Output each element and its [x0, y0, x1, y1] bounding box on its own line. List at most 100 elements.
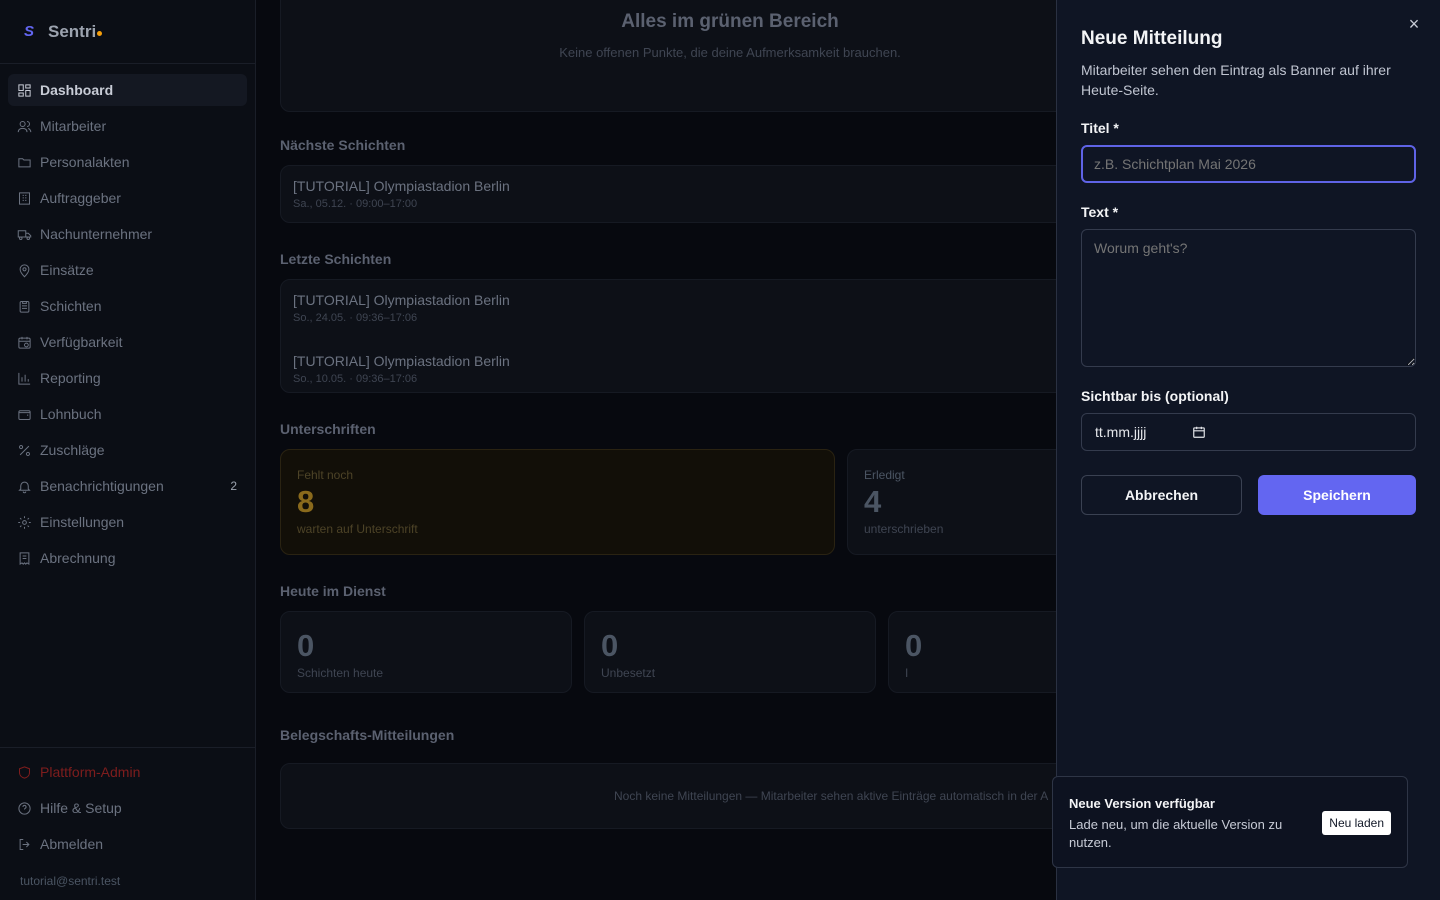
- logo-icon: S: [23, 23, 34, 40]
- bell-icon: [16, 478, 32, 494]
- missing-signatures-card[interactable]: Fehlt noch 8 warten auf Unterschrift: [280, 449, 835, 555]
- announcements-title: Belegschafts-Mitteilungen: [280, 727, 455, 743]
- all-good-title: Alles im grünen Bereich: [621, 11, 839, 32]
- stat-value: 0: [905, 628, 923, 663]
- drawer-title: Neue Mitteilung: [1081, 28, 1223, 49]
- stat-sub: unterschrieben: [864, 522, 944, 536]
- logout-icon: [16, 836, 32, 852]
- stat-label: Erledigt: [864, 468, 905, 482]
- sidebar-item-nachunternehmer[interactable]: Nachunternehmer: [8, 218, 247, 250]
- sidebar-item-benachrichtigungen[interactable]: Benachrichtigungen 2: [8, 470, 247, 502]
- list-item[interactable]: [TUTORIAL] Olympiastadion Berlin So., 24…: [293, 286, 1056, 330]
- all-good-card: Alles im grünen Bereich Keine offenen Pu…: [280, 0, 1056, 112]
- calendar-icon[interactable]: [1192, 425, 1206, 439]
- last-shifts-list: [TUTORIAL] Olympiastadion Berlin So., 24…: [280, 279, 1056, 393]
- map-pin-icon: [16, 262, 32, 278]
- sidebar-item-mitarbeiter[interactable]: Mitarbeiter: [8, 110, 247, 142]
- cancel-button[interactable]: Abbrechen: [1081, 475, 1242, 515]
- stat-card: 0 Schichten heute: [280, 611, 572, 693]
- sidebar-item-label: Personalakten: [40, 154, 130, 170]
- sidebar-item-personalakten[interactable]: Personalakten: [8, 146, 247, 178]
- sidebar-item-zuschlaege[interactable]: Zuschläge: [8, 434, 247, 466]
- shield-icon: [16, 764, 32, 780]
- sidebar-item-reporting[interactable]: Reporting: [8, 362, 247, 394]
- sidebar-item-label: Schichten: [40, 298, 102, 314]
- drawer-description: Mitarbeiter sehen den Eintrag als Banner…: [1081, 62, 1391, 98]
- stat-card: 0 I: [888, 611, 1056, 693]
- sidebar-item-label: Abrechnung: [40, 550, 116, 566]
- reload-button[interactable]: Neu laden: [1322, 811, 1391, 835]
- save-button[interactable]: Speichern: [1258, 475, 1416, 515]
- signature-stats: Fehlt noch 8 warten auf Unterschrift Erl…: [280, 449, 1056, 555]
- sidebar-footer: Plattform-Admin Hilfe & Setup Abmelden t…: [0, 747, 255, 900]
- sidebar-item-plattform-admin[interactable]: Plattform-Admin: [8, 756, 247, 788]
- sidebar-item-einsaetze[interactable]: Einsätze: [8, 254, 247, 286]
- date-placeholder: tt.mm.jjjj: [1095, 424, 1147, 440]
- sidebar-item-schichten[interactable]: Schichten: [8, 290, 247, 322]
- text-label: Text *: [1081, 204, 1119, 220]
- dashboard: Alles im grünen Bereich Keine offenen Pu…: [280, 0, 1056, 829]
- sidebar-item-einstellungen[interactable]: Einstellungen: [8, 506, 247, 538]
- sidebar-item-hilfe[interactable]: Hilfe & Setup: [8, 792, 247, 824]
- sidebar-item-label: Plattform-Admin: [40, 764, 141, 780]
- stat-sub: warten auf Unterschrift: [297, 522, 418, 536]
- visible-until-label: Sichtbar bis (optional): [1081, 388, 1229, 404]
- today-stats: 0 Schichten heute 0 Unbesetzt 0 I: [280, 611, 1056, 693]
- title-label: Titel *: [1081, 120, 1119, 136]
- sidebar-item-label: Nachunternehmer: [40, 226, 153, 242]
- shift-name: [TUTORIAL] Olympiastadion Berlin: [293, 292, 510, 308]
- gear-icon: [16, 514, 32, 530]
- sidebar-item-verfuegbarkeit[interactable]: Verfügbarkeit: [8, 326, 247, 358]
- brand[interactable]: S Sentri: [0, 0, 255, 64]
- sidebar-item-label: Einstellungen: [40, 514, 125, 530]
- sidebar-item-label: Abmelden: [40, 836, 104, 852]
- list-item[interactable]: [TUTORIAL] Olympiastadion Berlin So., 10…: [293, 347, 1056, 391]
- done-signatures-card[interactable]: Erledigt 4 unterschrieben: [847, 449, 1056, 555]
- announcements-empty: Noch keine Mitteilungen — Mitarbeiter se…: [280, 763, 1056, 829]
- list-item[interactable]: [TUTORIAL] Olympiastadion Berlin Sa., 05…: [293, 172, 1056, 216]
- close-icon[interactable]: ×: [1404, 14, 1424, 34]
- sidebar: S Sentri Dashboard Mitarbeiter Personala…: [0, 0, 256, 900]
- bar-chart-icon: [16, 370, 32, 386]
- sidebar-item-label: Lohnbuch: [40, 406, 102, 422]
- stat-value: 8: [297, 484, 315, 519]
- next-shifts-title: Nächste Schichten: [280, 137, 406, 153]
- sidebar-item-abrechnung[interactable]: Abrechnung: [8, 542, 247, 574]
- user-email: tutorial@sentri.test: [20, 874, 121, 888]
- sidebar-item-label: Benachrichtigungen: [40, 478, 164, 494]
- sidebar-item-label: Hilfe & Setup: [40, 800, 122, 816]
- users-icon: [16, 118, 32, 134]
- drawer-actions: Abbrechen Speichern: [1081, 475, 1416, 515]
- stat-value: 0: [601, 628, 619, 663]
- visible-until-date-input[interactable]: tt.mm.jjjj: [1081, 413, 1416, 451]
- main-nav: Dashboard Mitarbeiter Personalakten Auft…: [0, 64, 255, 574]
- app-name: Sentri: [48, 21, 97, 41]
- sidebar-item-abmelden[interactable]: Abmelden: [8, 828, 247, 860]
- percent-icon: [16, 442, 32, 458]
- title-input[interactable]: [1081, 145, 1416, 183]
- stat-sub: I: [905, 666, 909, 680]
- sidebar-item-label: Reporting: [40, 370, 101, 386]
- stat-sub: Unbesetzt: [601, 666, 656, 680]
- sidebar-item-label: Verfügbarkeit: [40, 334, 123, 350]
- sidebar-item-auftraggeber[interactable]: Auftraggeber: [8, 182, 247, 214]
- update-toast: Neue Version verfügbar Lade neu, um die …: [1052, 776, 1408, 868]
- building-icon: [16, 190, 32, 206]
- text-textarea[interactable]: [1081, 229, 1416, 367]
- sidebar-item-label: Einsätze: [40, 262, 94, 278]
- sidebar-item-label: Mitarbeiter: [40, 118, 107, 134]
- new-announcement-drawer: × Neue Mitteilung Mitarbeiter sehen den …: [1056, 0, 1440, 900]
- toast-description: Lade neu, um die aktuelle Version zu nut…: [1069, 817, 1283, 850]
- stat-value: 4: [864, 484, 882, 519]
- sidebar-item-lohnbuch[interactable]: Lohnbuch: [8, 398, 247, 430]
- wallet-icon: [16, 406, 32, 422]
- sidebar-item-dashboard[interactable]: Dashboard: [8, 74, 247, 106]
- clipboard-icon: [16, 298, 32, 314]
- stat-sub: Schichten heute: [297, 666, 384, 680]
- signatures-title: Unterschriften: [280, 421, 376, 437]
- all-good-subtitle: Keine offenen Punkte, die deine Aufmerks…: [559, 45, 901, 60]
- sidebar-item-label: Zuschläge: [40, 442, 105, 458]
- notification-count-badge: 2: [230, 479, 237, 493]
- main-content: Alles im grünen Bereich Keine offenen Pu…: [256, 0, 1056, 900]
- stat-label: Fehlt noch: [297, 468, 354, 482]
